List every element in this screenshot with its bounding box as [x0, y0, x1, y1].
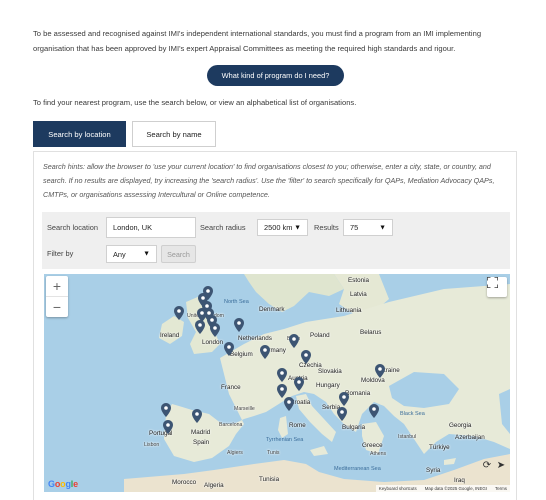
- map-marker-icon[interactable]: [339, 392, 349, 406]
- map-marker-icon[interactable]: [234, 318, 244, 332]
- refresh-icon[interactable]: ⟳: [480, 458, 494, 472]
- program-type-button[interactable]: What kind of program do I need?: [207, 65, 344, 86]
- fullscreen-button[interactable]: [487, 277, 507, 297]
- keyboard-shortcuts-link[interactable]: Keyboard shortcuts: [379, 486, 417, 491]
- my-location-icon[interactable]: ➤: [494, 458, 508, 472]
- map-land: [124, 274, 510, 492]
- terms-link[interactable]: Terms: [495, 486, 507, 491]
- search-radius-select[interactable]: 2500 km ▼: [257, 219, 308, 236]
- map-marker-icon[interactable]: [289, 334, 299, 348]
- filter-label: Filter by: [47, 249, 74, 258]
- search-button[interactable]: Search: [161, 245, 196, 263]
- map-marker-icon[interactable]: [161, 403, 171, 417]
- search-tabs: Search by location Search by name: [33, 121, 216, 147]
- map-marker-icon[interactable]: [277, 384, 287, 398]
- results-select[interactable]: 75 ▼: [343, 219, 393, 236]
- search-panel: Search hints: allow the browser to 'use …: [33, 151, 517, 500]
- search-radius-label: Search radius: [200, 223, 246, 232]
- map-marker-icon[interactable]: [210, 323, 220, 337]
- tab-search-by-name[interactable]: Search by name: [132, 121, 216, 147]
- google-logo: Google: [48, 479, 78, 489]
- map-marker-icon[interactable]: [195, 320, 205, 334]
- map-marker-icon[interactable]: [192, 409, 202, 423]
- chevron-down-icon: ▼: [143, 250, 150, 258]
- map-marker-icon[interactable]: [224, 342, 234, 356]
- find-program-text: To find your nearest program, use the se…: [33, 98, 357, 107]
- filter-select[interactable]: Any ▼: [106, 245, 157, 263]
- tab-search-by-location[interactable]: Search by location: [33, 121, 126, 147]
- map-marker-icon[interactable]: [174, 306, 184, 320]
- search-location-label: Search location: [47, 223, 98, 232]
- zoom-controls: + −: [46, 276, 68, 317]
- map-marker-icon[interactable]: [337, 407, 347, 421]
- search-hints: Search hints: allow the browser to 'use …: [43, 162, 495, 199]
- zoom-out-button[interactable]: −: [46, 297, 68, 317]
- map-marker-icon[interactable]: [369, 404, 379, 418]
- map-marker-icon[interactable]: [260, 345, 270, 359]
- map-marker-icon[interactable]: [294, 377, 304, 391]
- map-marker-icon[interactable]: [301, 350, 311, 364]
- map-marker-icon[interactable]: [284, 397, 294, 411]
- search-form: Search location London, UK Search radius…: [42, 212, 510, 269]
- results-map[interactable]: + − Estonia Latvia North Sea Denmark Lit…: [44, 274, 510, 492]
- map-marker-icon[interactable]: [375, 364, 385, 378]
- map-attribution: Keyboard shortcuts Map data ©2025 Google…: [375, 485, 510, 492]
- results-label: Results: [314, 223, 339, 232]
- map-data-text: Map data ©2025 Google, INEGI: [424, 486, 488, 491]
- map-marker-icon[interactable]: [163, 420, 173, 434]
- intro-paragraph: To be assessed and recognised against IM…: [33, 29, 482, 53]
- fullscreen-icon: [487, 277, 498, 288]
- zoom-in-button[interactable]: +: [46, 276, 68, 296]
- chevron-down-icon: ▼: [379, 224, 386, 231]
- chevron-down-icon: ▼: [294, 224, 301, 231]
- search-location-input[interactable]: London, UK: [106, 217, 196, 238]
- map-marker-icon[interactable]: [277, 368, 287, 382]
